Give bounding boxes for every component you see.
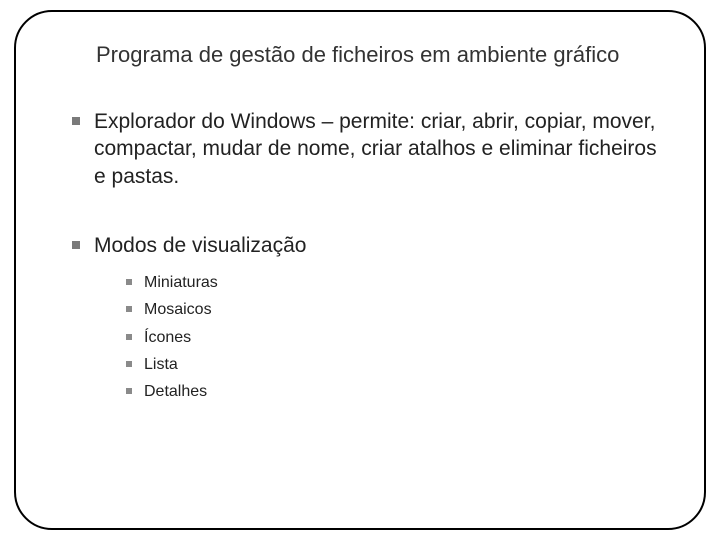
list-item: Explorador do Windows – permite: criar, … bbox=[66, 108, 664, 190]
slide-frame: Programa de gestão de ficheiros em ambie… bbox=[14, 10, 706, 530]
list-item: Modos de visualização Miniaturas Mosaico… bbox=[66, 232, 664, 405]
bullet-text: Modos de visualização bbox=[94, 234, 306, 257]
list-item: Miniaturas bbox=[122, 269, 664, 296]
list-item: Ícones bbox=[122, 324, 664, 351]
sub-bullet-list: Miniaturas Mosaicos Ícones Lista Detalhe… bbox=[122, 269, 664, 405]
list-item: Detalhes bbox=[122, 378, 664, 405]
bullet-list: Explorador do Windows – permite: criar, … bbox=[66, 108, 664, 405]
list-item: Mosaicos bbox=[122, 296, 664, 323]
slide-title: Programa de gestão de ficheiros em ambie… bbox=[96, 42, 664, 68]
slide-container: Programa de gestão de ficheiros em ambie… bbox=[0, 0, 720, 540]
bullet-text: Explorador do Windows – permite: criar, … bbox=[94, 110, 657, 188]
list-item: Lista bbox=[122, 351, 664, 378]
